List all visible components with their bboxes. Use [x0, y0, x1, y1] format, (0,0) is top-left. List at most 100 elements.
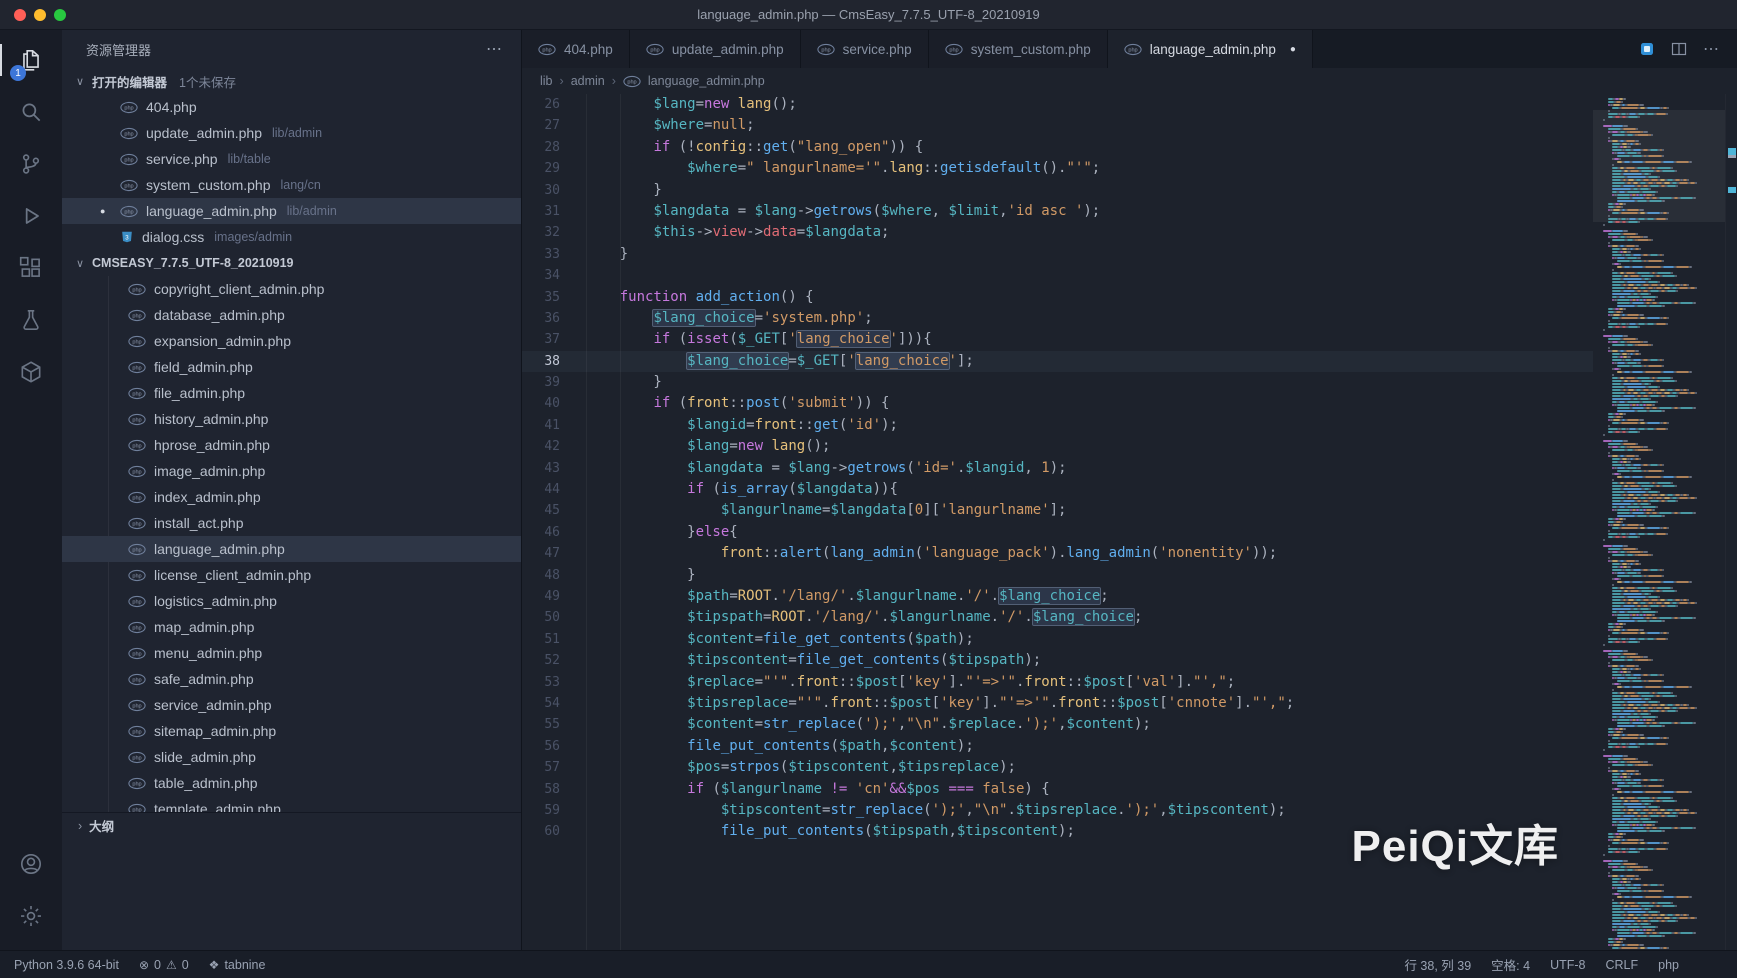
- code-line[interactable]: 44 if (is_array($langdata)){: [522, 479, 1593, 500]
- editor-tab[interactable]: php 404.php: [522, 30, 630, 68]
- tree-item[interactable]: php install_act.php: [62, 510, 521, 536]
- tree-item[interactable]: php service_admin.php: [62, 692, 521, 718]
- code-line[interactable]: 57 $pos=strpos($tipscontent,$tipsreplace…: [522, 757, 1593, 778]
- tree-item[interactable]: php field_admin.php: [62, 354, 521, 380]
- tree-item[interactable]: php language_admin.php: [62, 536, 521, 562]
- minimap[interactable]: [1593, 94, 1725, 950]
- open-editor-item[interactable]: 3 dialog.css images/admin: [62, 224, 521, 250]
- more-actions-icon[interactable]: ⋯: [486, 39, 503, 59]
- minimize-button[interactable]: [34, 8, 46, 21]
- problems-status[interactable]: ⊗ 0 ⚠ 0: [139, 958, 189, 972]
- tree-item[interactable]: php map_admin.php: [62, 614, 521, 640]
- code-line[interactable]: 37 if (isset($_GET['lang_choice'])){: [522, 329, 1593, 350]
- code-line[interactable]: 35 function add_action() {: [522, 287, 1593, 308]
- tabnine-status[interactable]: ❖ tabnine: [209, 958, 266, 972]
- explorer-icon[interactable]: 1: [0, 34, 62, 86]
- editor-tab[interactable]: php system_custom.php: [928, 30, 1108, 68]
- code-line[interactable]: 28 if (!config::get("lang_open")) {: [522, 137, 1593, 158]
- breadcrumb-item[interactable]: language_admin.php: [648, 74, 765, 88]
- code-line[interactable]: 32 $this->view->data=$langdata;: [522, 222, 1593, 243]
- tree-item[interactable]: php index_admin.php: [62, 484, 521, 510]
- editor-tab[interactable]: php service.php: [800, 30, 929, 68]
- tree-item[interactable]: php sitemap_admin.php: [62, 718, 521, 744]
- code-editor[interactable]: 26 $lang=new lang(); 27 $where=null; 28 if…: [522, 94, 1593, 950]
- editor-tab[interactable]: php update_admin.php: [629, 30, 801, 68]
- account-icon[interactable]: [0, 838, 62, 890]
- run-debug-icon[interactable]: [0, 190, 62, 242]
- source-control-icon[interactable]: [0, 138, 62, 190]
- tree-item[interactable]: php file_admin.php: [62, 380, 521, 406]
- code-line[interactable]: 33 }: [522, 244, 1593, 265]
- open-editor-item[interactable]: php system_custom.php lang/cn: [62, 172, 521, 198]
- code-line[interactable]: 41 $langid=front::get('id');: [522, 415, 1593, 436]
- package-icon[interactable]: [0, 346, 62, 398]
- code-line[interactable]: 29 $where=" langurlname='".lang::getisde…: [522, 158, 1593, 179]
- code-line[interactable]: 50 $tipspath=ROOT.'/lang/'.$langurlname.…: [522, 607, 1593, 628]
- tree-item[interactable]: php database_admin.php: [62, 302, 521, 328]
- code-line[interactable]: 34: [522, 265, 1593, 286]
- code-line[interactable]: 59 $tipscontent=str_replace(');',"\n".$t…: [522, 800, 1593, 821]
- code-line[interactable]: 49 $path=ROOT.'/lang/'.$langurlname.'/'.…: [522, 586, 1593, 607]
- code-line[interactable]: 46 }else{: [522, 522, 1593, 543]
- tree-item[interactable]: php menu_admin.php: [62, 640, 521, 666]
- tree-item[interactable]: php table_admin.php: [62, 770, 521, 796]
- code-line[interactable]: 42 $lang=new lang();: [522, 436, 1593, 457]
- code-line[interactable]: 39 }: [522, 372, 1593, 393]
- settings-gear-icon[interactable]: [0, 890, 62, 942]
- tree-item[interactable]: php safe_admin.php: [62, 666, 521, 692]
- code-line[interactable]: 31 $langdata = $lang->getrows($where, $l…: [522, 201, 1593, 222]
- extensions-icon[interactable]: [0, 242, 62, 294]
- code-line[interactable]: 27 $where=null;: [522, 115, 1593, 136]
- code-line[interactable]: 47 front::alert(lang_admin('language_pac…: [522, 543, 1593, 564]
- code-line[interactable]: 56 file_put_contents($path,$content);: [522, 736, 1593, 757]
- indentation-status[interactable]: 空格: 4: [1491, 955, 1530, 974]
- outline-header[interactable]: › 大纲: [62, 812, 521, 838]
- minimap-line: [1599, 539, 1723, 541]
- open-editor-item[interactable]: php update_admin.php lib/admin: [62, 120, 521, 146]
- search-icon[interactable]: [0, 86, 62, 138]
- breadcrumb-item[interactable]: lib: [540, 74, 553, 88]
- code-line[interactable]: 43 $langdata = $lang->getrows('id='.$lan…: [522, 458, 1593, 479]
- folder-header[interactable]: ∨ CMSEASY_7.7.5_UTF-8_20210919: [62, 250, 521, 276]
- cursor-position-status[interactable]: 行 38, 列 39: [1404, 955, 1471, 974]
- code-line[interactable]: 30 }: [522, 180, 1593, 201]
- breadcrumb-item[interactable]: admin: [571, 74, 605, 88]
- eol-status[interactable]: CRLF: [1605, 958, 1638, 972]
- tree-item[interactable]: php expansion_admin.php: [62, 328, 521, 354]
- tree-item[interactable]: php template_admin.php: [62, 796, 521, 812]
- editor-tab[interactable]: php language_admin.php ●: [1107, 30, 1313, 68]
- more-actions-icon[interactable]: ⋯: [1703, 39, 1719, 59]
- encoding-status[interactable]: UTF-8: [1550, 958, 1585, 972]
- code-line[interactable]: 26 $lang=new lang();: [522, 94, 1593, 115]
- close-button[interactable]: [14, 8, 26, 21]
- code-line[interactable]: 48 }: [522, 565, 1593, 586]
- language-mode-status[interactable]: php: [1658, 958, 1679, 972]
- python-version-status[interactable]: Python 3.9.6 64-bit: [14, 958, 119, 972]
- code-line[interactable]: 53 $replace="'".front::$post['key']."'=>…: [522, 672, 1593, 693]
- tree-item[interactable]: php slide_admin.php: [62, 744, 521, 770]
- code-line[interactable]: 36 $lang_choice='system.php';: [522, 308, 1593, 329]
- code-line[interactable]: 38 $lang_choice=$_GET['lang_choice'];: [522, 350, 1593, 373]
- zoom-button[interactable]: [54, 8, 66, 21]
- testing-flask-icon[interactable]: [0, 294, 62, 346]
- tree-item[interactable]: php history_admin.php: [62, 406, 521, 432]
- code-line[interactable]: 60 file_put_contents($tipspath,$tipscont…: [522, 821, 1593, 842]
- tree-item[interactable]: php license_client_admin.php: [62, 562, 521, 588]
- tree-item[interactable]: php copyright_client_admin.php: [62, 276, 521, 302]
- split-editor-icon[interactable]: [1671, 41, 1687, 57]
- open-editors-header[interactable]: ∨ 打开的编辑器 1个未保存: [62, 68, 521, 94]
- tree-item[interactable]: php logistics_admin.php: [62, 588, 521, 614]
- code-line[interactable]: 45 $langurlname=$langdata[0]['langurlnam…: [522, 500, 1593, 521]
- code-line[interactable]: 54 $tipsreplace="'".front::$post['key'].…: [522, 693, 1593, 714]
- code-line[interactable]: 52 $tipscontent=file_get_contents($tipsp…: [522, 650, 1593, 671]
- tree-item[interactable]: php hprose_admin.php: [62, 432, 521, 458]
- open-editor-item[interactable]: ● php language_admin.php lib/admin: [62, 198, 521, 224]
- tabnine-extension-icon[interactable]: [1639, 41, 1655, 57]
- code-line[interactable]: 55 $content=str_replace(');',"\n".$repla…: [522, 714, 1593, 735]
- code-line[interactable]: 51 $content=file_get_contents($path);: [522, 629, 1593, 650]
- open-editor-item[interactable]: php 404.php: [62, 94, 521, 120]
- tree-item[interactable]: php image_admin.php: [62, 458, 521, 484]
- open-editor-item[interactable]: php service.php lib/table: [62, 146, 521, 172]
- code-line[interactable]: 40 if (front::post('submit')) {: [522, 393, 1593, 414]
- code-line[interactable]: 58 if ($langurlname != 'cn'&&$pos === fa…: [522, 779, 1593, 800]
